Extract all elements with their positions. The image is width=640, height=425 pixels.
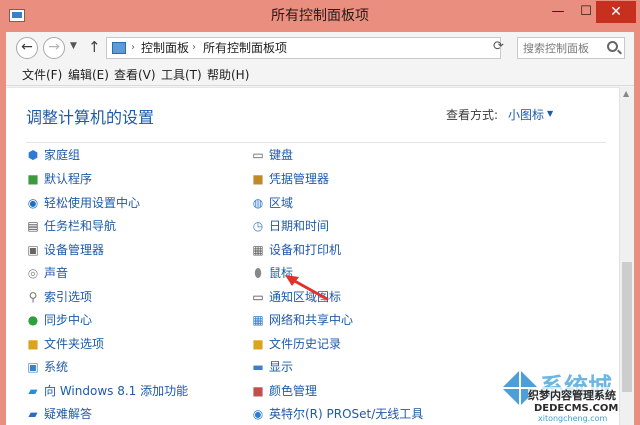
file-history-icon: ■ xyxy=(252,337,264,351)
devices-printers-icon: ▦ xyxy=(252,243,264,257)
network-icon: ▦ xyxy=(252,313,264,327)
search-box[interactable] xyxy=(517,37,625,59)
notification-icon: ▭ xyxy=(252,290,264,304)
folder-options-icon: ■ xyxy=(27,337,39,351)
color-management-icon: ■ xyxy=(252,384,264,398)
window: 所有控制面板项 — ☐ ✕ ← → ▼ ↑ › 控制面板 › 所有控制面板项 ▼… xyxy=(0,0,640,425)
sync-icon: ● xyxy=(27,313,39,327)
cp-item-label: 键盘 xyxy=(269,148,294,162)
indexing-icon: ⚲ xyxy=(28,290,38,304)
view-by-dropdown[interactable]: 小图标 xyxy=(508,106,544,123)
cp-item-label: 英特尔(R) PROSet/无线工具 xyxy=(269,407,424,421)
system-icon: ▣ xyxy=(27,360,39,374)
display-icon: ▬ xyxy=(252,360,264,374)
title-bar[interactable]: 所有控制面板项 — ☐ ✕ xyxy=(0,0,640,32)
back-button[interactable]: ← xyxy=(16,37,38,59)
credential-manager-icon: ■ xyxy=(252,172,264,186)
keyboard-icon: ▭ xyxy=(252,148,264,162)
cp-item-label: 设备和打印机 xyxy=(269,243,342,257)
cp-item-label: 声音 xyxy=(44,266,69,280)
cp-item-label: 颜色管理 xyxy=(269,384,318,398)
watermark-site: xitongcheng.com xyxy=(538,414,608,423)
cp-item-label: 凭据管理器 xyxy=(269,172,330,186)
cp-item-label: 系统 xyxy=(44,360,69,374)
refresh-icon[interactable]: ⟳ xyxy=(493,39,504,54)
breadcrumb-all-items[interactable]: 所有控制面板项 xyxy=(203,40,287,56)
menu-edit[interactable]: 编辑(E) xyxy=(68,66,109,84)
search-input[interactable] xyxy=(518,38,606,58)
cp-item-label: 显示 xyxy=(269,360,294,374)
divider xyxy=(26,142,606,143)
cp-item-label: 日期和时间 xyxy=(269,219,330,233)
add-features-icon: ▰ xyxy=(28,384,38,398)
scroll-up-arrow-icon[interactable]: ▲ xyxy=(623,89,629,98)
menu-bar: 文件(F) 编辑(E) 查看(V) 工具(T) 帮助(H) xyxy=(6,64,634,86)
troubleshooting-icon: ▰ xyxy=(28,407,38,421)
up-button[interactable]: ↑ xyxy=(88,38,101,56)
search-icon[interactable] xyxy=(607,41,618,52)
menu-file[interactable]: 文件(F) xyxy=(22,66,62,84)
watermark: 系统城 织梦内容管理系统 DEDECMS.COM xitongcheng.com xyxy=(488,365,638,425)
minimize-button[interactable]: — xyxy=(544,1,572,23)
watermark-overlay-text: 织梦内容管理系统 xyxy=(528,387,616,403)
close-button[interactable]: ✕ xyxy=(596,1,636,23)
cp-item-label: 设备管理器 xyxy=(44,243,105,257)
menu-help[interactable]: 帮助(H) xyxy=(207,66,249,84)
menu-view[interactable]: 查看(V) xyxy=(114,66,156,84)
ease-of-access-icon: ◉ xyxy=(27,196,39,210)
default-programs-icon: ■ xyxy=(27,172,39,186)
date-time-icon: ◷ xyxy=(252,219,264,233)
address-bar: ← → ▼ ↑ › 控制面板 › 所有控制面板项 ▼ ⟳ xyxy=(6,32,634,64)
page-title: 调整计算机的设置 xyxy=(26,108,155,127)
cp-item-label: 家庭组 xyxy=(44,148,81,162)
cp-item-label: 任务栏和导航 xyxy=(44,219,117,233)
intel-wireless-icon: ◉ xyxy=(252,407,264,421)
recent-locations-chevron-down-icon[interactable]: ▼ xyxy=(70,41,77,51)
region-icon: ◍ xyxy=(252,196,264,210)
sound-icon: ◎ xyxy=(27,266,39,280)
cp-item-label: 网络和共享中心 xyxy=(269,313,354,327)
breadcrumb-control-panel[interactable]: 控制面板 xyxy=(141,40,189,56)
cp-item-label: 文件夹选项 xyxy=(44,337,105,351)
cp-item-label: 文件历史记录 xyxy=(269,337,342,351)
cp-item-label: 区域 xyxy=(269,196,294,210)
control-panel-path-icon xyxy=(112,42,126,54)
cp-item-label: 同步中心 xyxy=(44,313,93,327)
breadcrumb-separator[interactable]: › xyxy=(192,40,196,56)
device-manager-icon: ▣ xyxy=(27,243,39,257)
cp-item-label: 向 Windows 8.1 添加功能 xyxy=(44,384,189,398)
forward-button[interactable]: → xyxy=(43,37,65,59)
cp-item-label: 轻松使用设置中心 xyxy=(44,196,141,210)
view-by-label: 查看方式: xyxy=(446,108,499,122)
view-by-chevron-down-icon[interactable]: ▼ xyxy=(547,109,553,118)
mouse-icon: ⬮ xyxy=(254,266,262,280)
taskbar-icon: ▤ xyxy=(27,219,39,233)
cp-item-label: 默认程序 xyxy=(44,172,93,186)
watermark-overlay-site: DEDECMS.COM xyxy=(534,403,619,414)
red-pointer-arrow-icon xyxy=(285,275,329,301)
breadcrumb-separator[interactable]: › xyxy=(131,40,135,56)
cp-item-label: 疑难解答 xyxy=(44,407,93,421)
menu-tools[interactable]: 工具(T) xyxy=(161,66,202,84)
homegroup-icon: ⬢ xyxy=(27,148,39,162)
cp-item-label: 索引选项 xyxy=(44,290,93,304)
address-path-box[interactable]: › 控制面板 › 所有控制面板项 ▼ xyxy=(106,37,576,59)
